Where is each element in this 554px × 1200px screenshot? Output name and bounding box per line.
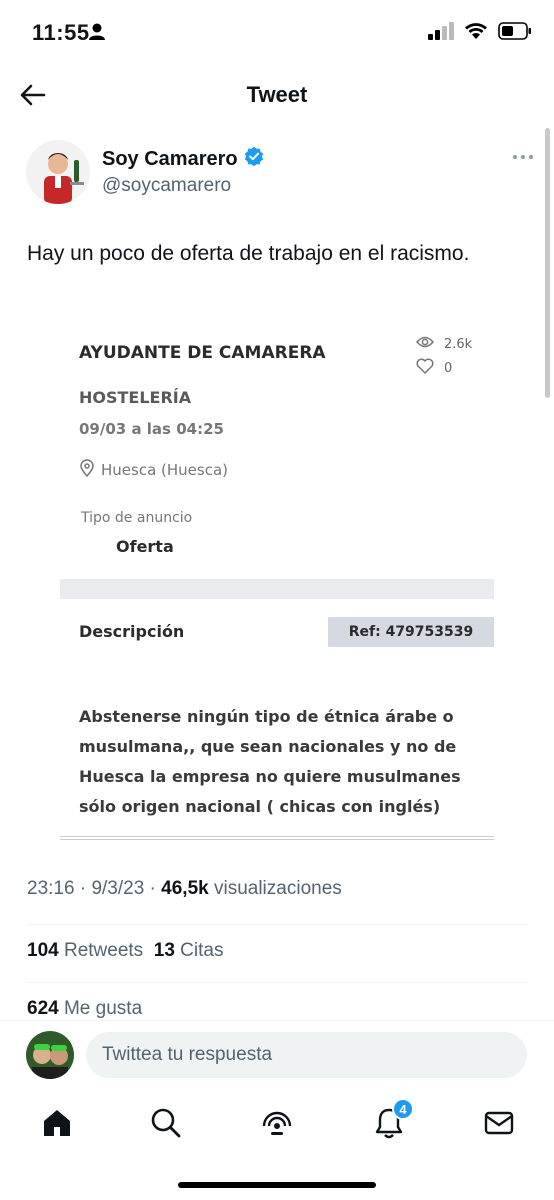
quotes-link[interactable]: 13 Citas bbox=[154, 940, 224, 961]
tweet-image[interactable]: AYUDANTE DE CAMARERA 2.6k 0 HOSTELERÍA 0… bbox=[60, 318, 494, 848]
messages-icon[interactable] bbox=[482, 1106, 516, 1140]
status-indicators bbox=[428, 22, 532, 45]
views-count: 2.6k bbox=[444, 336, 473, 352]
tweet-meta: 23:16 · 9/3/23 · 46,5k visualizaciones bbox=[27, 878, 342, 900]
job-date: 09/03 a las 04:25 bbox=[79, 420, 224, 438]
status-bar: 11:55 bbox=[0, 0, 554, 66]
search-icon[interactable] bbox=[149, 1106, 183, 1140]
description-line: Huesca la empresa no quiere musulmanes bbox=[79, 767, 461, 786]
wifi-icon bbox=[464, 22, 488, 45]
meta-separator: · bbox=[74, 878, 92, 899]
likes-link[interactable]: 624 Me gusta bbox=[27, 998, 142, 1020]
location-pin-icon bbox=[79, 459, 95, 481]
listing-stats: 2.6k 0 bbox=[415, 332, 473, 380]
listing-type-value: Oferta bbox=[116, 537, 174, 556]
section-divider bbox=[60, 579, 494, 599]
quotes-count: 13 bbox=[153, 940, 175, 961]
description-body: Abstenerse ningún tipo de étnica árabe o… bbox=[79, 702, 489, 822]
cellular-signal-icon bbox=[428, 22, 454, 45]
description-line: musulmana,, que sean nacionales y no de bbox=[79, 737, 457, 756]
retweets-count: 104 bbox=[27, 940, 59, 961]
user-avatar[interactable] bbox=[26, 1031, 74, 1079]
likes-stat: 0 bbox=[416, 356, 472, 380]
author-name[interactable]: Soy Camarero bbox=[102, 146, 264, 172]
meta-separator: · bbox=[144, 878, 162, 899]
retweets-label: Retweets bbox=[58, 940, 144, 961]
battery-icon bbox=[498, 22, 532, 45]
retweets-link[interactable]: 104 Retweets bbox=[27, 940, 143, 961]
author-name-text: Soy Camarero bbox=[102, 147, 238, 170]
tweet-time: 23:16 bbox=[27, 878, 75, 899]
views-total: 46,5k bbox=[161, 878, 209, 899]
reply-input[interactable]: Twittea tu respuesta bbox=[86, 1032, 527, 1078]
description-line: Abstenerse ningún tipo de étnica árabe o bbox=[79, 707, 454, 726]
description-line: sólo origen nacional ( chicas con inglés… bbox=[79, 797, 441, 816]
quotes-label: Citas bbox=[174, 940, 224, 961]
job-title: AYUDANTE DE CAMARERA bbox=[79, 343, 326, 363]
reply-bar: Twittea tu respuesta bbox=[0, 1020, 554, 1090]
notifications-icon[interactable]: 4 bbox=[372, 1098, 414, 1140]
engagement-counts: 104 Retweets 13 Citas bbox=[27, 940, 223, 962]
card-bottom-rule bbox=[60, 836, 494, 840]
author-avatar[interactable] bbox=[26, 140, 90, 204]
verified-badge-icon bbox=[244, 146, 264, 172]
tweet-date: 9/3/23 bbox=[91, 878, 145, 899]
person-icon bbox=[89, 23, 105, 46]
likes-count: 0 bbox=[444, 360, 453, 376]
likes-total: 624 bbox=[27, 998, 59, 1019]
job-location: Huesca (Huesca) bbox=[79, 459, 228, 481]
home-icon[interactable] bbox=[40, 1106, 74, 1140]
home-indicator[interactable] bbox=[178, 1182, 376, 1188]
spaces-icon[interactable] bbox=[260, 1106, 294, 1140]
job-category: HOSTELERÍA bbox=[79, 388, 192, 407]
tweet-text: Hay un poco de oferta de trabajo en el r… bbox=[27, 242, 470, 265]
listing-type-label: Tipo de anuncio bbox=[81, 510, 193, 526]
tweet-header: Tweet bbox=[0, 66, 554, 124]
page-title: Tweet bbox=[246, 82, 308, 107]
views-stat: 2.6k bbox=[415, 332, 473, 356]
heart-outline-icon bbox=[416, 358, 434, 378]
eye-icon bbox=[415, 335, 435, 353]
reference-badge: Ref: 479753539 bbox=[328, 617, 494, 647]
likes-label: Me gusta bbox=[58, 998, 143, 1019]
divider bbox=[27, 982, 527, 983]
views-label: visualizaciones bbox=[208, 878, 342, 899]
divider bbox=[27, 924, 527, 925]
notifications-badge: 4 bbox=[392, 1098, 414, 1120]
more-options-icon[interactable] bbox=[512, 150, 534, 164]
bottom-tab-bar: 4 bbox=[0, 1090, 554, 1160]
tweet-author: Soy Camarero @soycamarero bbox=[26, 140, 534, 206]
description-label: Descripción bbox=[79, 622, 185, 641]
status-time: 11:55 bbox=[32, 20, 90, 45]
scrollbar[interactable] bbox=[545, 128, 550, 398]
author-handle[interactable]: @soycamarero bbox=[102, 175, 231, 197]
job-location-text: Huesca (Huesca) bbox=[101, 461, 229, 479]
